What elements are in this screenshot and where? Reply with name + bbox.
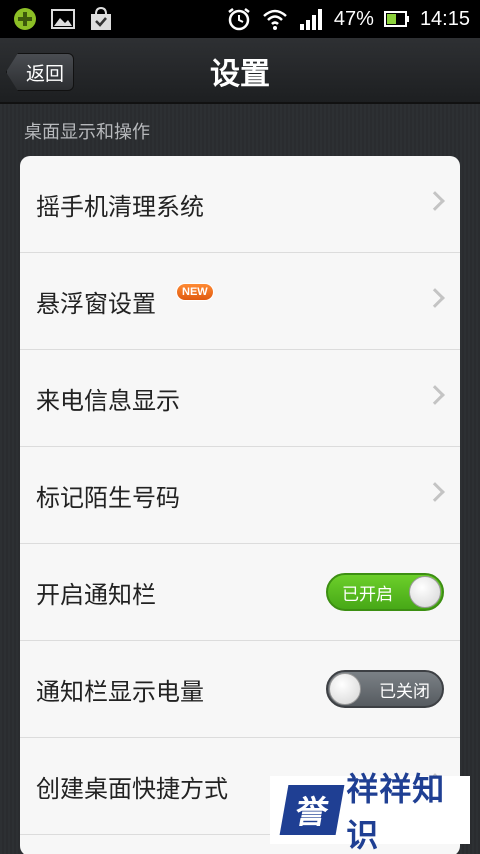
setting-label: 标记陌生号码 [36,483,180,512]
toggle-state-text: 已开启 [342,584,393,605]
back-button[interactable]: 返回 [6,53,74,91]
setting-label: 悬浮窗设置 [36,289,156,318]
image-icon [51,9,75,29]
setting-label: 来电信息显示 [36,386,180,415]
settings-card: 摇手机清理系统 悬浮窗设置 NEW 来电信息显示 标记陌生号码 开启通知栏 已开… [20,156,460,854]
setting-label: 摇手机清理系统 [36,192,204,221]
setting-mark-stranger[interactable]: 标记陌生号码 [20,447,460,544]
setting-caller-info[interactable]: 来电信息显示 [20,350,460,447]
chevron-right-icon [425,288,445,308]
status-bar: 47% 14:15 [0,0,480,38]
watermark-text: 祥祥知识 [346,770,446,854]
setting-label: 创建桌面快捷方式 [36,774,228,803]
title-bar: 返回 设置 [0,38,480,104]
section-header: 桌面显示和操作 [24,122,150,143]
signal-icon [299,9,322,30]
setting-label: 开启通知栏 [36,580,156,609]
watermark-badge: 誉 [279,785,345,835]
toggle-knob [329,673,361,705]
shopping-bag-icon [91,6,111,30]
setting-shake-clean[interactable]: 摇手机清理系统 [20,156,460,253]
alarm-icon [228,8,250,31]
new-badge: NEW [176,283,214,301]
clock: 14:15 [419,7,470,30]
battery-icon [383,11,409,27]
toggle-knob [409,576,441,608]
chevron-right-icon [425,482,445,502]
watermark-logo: 誉 祥祥知识 [270,770,470,854]
setting-battery-in-notification: 通知栏显示电量 已关闭 [20,641,460,738]
chevron-right-icon [425,191,445,211]
battery-display-toggle[interactable]: 已关闭 [326,670,444,708]
settings-content: 桌面显示和操作 摇手机清理系统 悬浮窗设置 NEW 来电信息显示 标记陌生号码 … [0,104,480,854]
setting-label: 通知栏显示电量 [36,677,204,706]
setting-floating-window[interactable]: 悬浮窗设置 NEW [20,253,460,350]
toggle-state-text: 已关闭 [379,681,430,702]
chevron-right-icon [425,385,445,405]
back-button-label: 返回 [25,62,64,85]
wifi-icon [263,9,287,30]
app-icon [14,8,36,30]
notification-bar-toggle[interactable]: 已开启 [326,573,444,611]
battery-percent: 47% [333,7,374,30]
setting-notification-bar: 开启通知栏 已开启 [20,544,460,641]
